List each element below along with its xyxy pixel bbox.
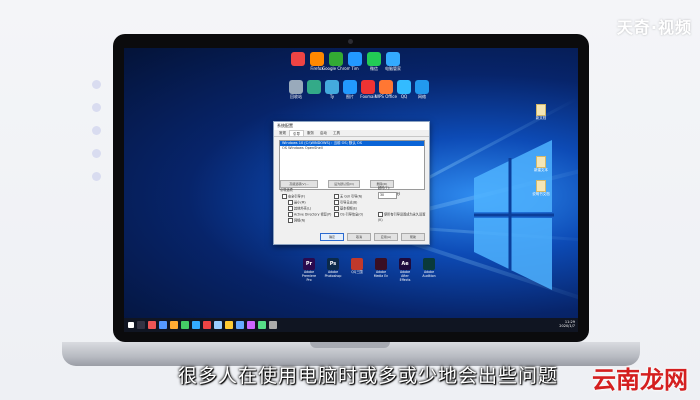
taskbar-app-icon[interactable] [192, 321, 200, 329]
desktop-file[interactable]: 新文档 [529, 104, 553, 120]
alt-shell-radio[interactable]: 其他外壳(L) [288, 206, 311, 212]
taskbar: 11:29 2020/1/7 [124, 318, 578, 332]
tab-general[interactable]: 常规 [276, 130, 289, 136]
dock-app[interactable]: Pr Adobe Premiere Pro [300, 258, 318, 282]
no-gui-checkbox[interactable]: 无 GUI 引导(N) [334, 194, 362, 200]
make-permanent-checkbox[interactable]: 使所有引导设置成为永久设置(K) [378, 212, 426, 223]
app-icon [415, 80, 429, 94]
desktop-file[interactable]: 说明书文档 [529, 180, 553, 196]
dock-app[interactable]: QQ三国 [348, 258, 366, 282]
tab-services[interactable]: 服务 [304, 130, 317, 136]
taskbar-app-icon[interactable] [225, 321, 233, 329]
dock-app[interactable]: Ae Adobe After Effects [396, 258, 414, 282]
desktop-shortcut[interactable]: 电脑管家 [379, 52, 407, 71]
network-radio[interactable]: 网络(N) [288, 218, 305, 224]
laptop-camera [348, 39, 353, 44]
desktop-app-row: Pr Adobe Premiere Pro Ps Adobe Photoshop QQ三… [300, 258, 438, 282]
watermark-bottom-right: 云南龙网 [592, 366, 688, 394]
decor-dots [92, 80, 112, 190]
search-icon[interactable] [137, 321, 145, 329]
taskbar-app-icon[interactable] [181, 321, 189, 329]
app-icon: Pr [303, 258, 315, 270]
document-icon [536, 104, 546, 116]
boot-options-label: 引导选项 [280, 188, 293, 192]
timeout-label: 超时(T): [378, 186, 390, 190]
app-icon [375, 258, 387, 270]
taskbar-app-icon[interactable] [170, 321, 178, 329]
video-subtitle: 很多人在使用电脑时或多或少地会出些问题 [178, 365, 559, 387]
app-icon: Ps [327, 258, 339, 270]
taskbar-app-icon[interactable] [148, 321, 156, 329]
ad-repair-radio[interactable]: Active Directory 修复(P) [288, 212, 331, 218]
tab-tools[interactable]: 工具 [330, 130, 343, 136]
dock-app[interactable]: Adobe Audition [420, 258, 438, 282]
watermark-top-right: 天奇·视频 [616, 18, 692, 37]
timeout-input[interactable]: 30 [378, 192, 397, 199]
taskbar-app-icon[interactable] [159, 321, 167, 329]
dialog-tabs: 常规 引导 服务 启动 工具 [274, 130, 429, 137]
boot-button-row: 高级选项(V)... 设为默认值(D) 删除(D) [280, 180, 394, 188]
app-icon [386, 52, 400, 66]
document-icon [536, 180, 546, 192]
taskbar-app-icon[interactable] [247, 321, 255, 329]
set-default-button[interactable]: 设为默认值(D) [328, 180, 360, 188]
taskbar-app-icon[interactable] [269, 321, 277, 329]
dock-app[interactable]: Adobe Media En [372, 258, 390, 282]
cancel-button[interactable]: 取消 [347, 233, 371, 241]
base-video-checkbox[interactable]: 基本视频(E) [334, 206, 357, 212]
help-button[interactable]: 帮助 [401, 233, 425, 241]
taskbar-app-icon[interactable] [236, 321, 244, 329]
tab-boot[interactable]: 引导 [289, 130, 304, 136]
app-icon [423, 258, 435, 270]
app-icon: Ae [399, 258, 411, 270]
desktop-file[interactable]: 新建文本 [529, 156, 553, 172]
safe-boot-checkbox[interactable]: 安全引导(F) [282, 194, 305, 200]
start-button-icon[interactable] [128, 322, 134, 328]
system-config-dialog: 系统配置 常规 引导 服务 启动 工具 Windows 10 (C:\WINDO… [273, 121, 430, 245]
os-entry[interactable]: OS Windows OpenShell [280, 146, 424, 151]
os-boot-info-checkbox[interactable]: OS 引导信息(O) [334, 212, 363, 218]
taskbar-app-icon[interactable] [203, 321, 211, 329]
desktop-shortcut[interactable]: 网络 [408, 80, 436, 99]
taskbar-app-icon[interactable] [214, 321, 222, 329]
document-icon [536, 156, 546, 168]
tab-startup[interactable]: 启动 [317, 130, 330, 136]
timeout-unit: 秒 [397, 192, 401, 196]
taskbar-app-icon[interactable] [258, 321, 266, 329]
laptop-notch [310, 342, 390, 348]
advanced-options-button[interactable]: 高级选项(V)... [280, 180, 318, 188]
dialog-title: 系统配置 [274, 122, 429, 130]
apply-button[interactable]: 应用(A) [374, 233, 398, 241]
ok-button[interactable]: 确定 [320, 233, 344, 241]
dialog-footer: 确定 取消 应用(A) 帮助 [320, 233, 425, 241]
system-clock[interactable]: 11:29 2020/1/7 [559, 320, 575, 328]
dock-app[interactable]: Ps Adobe Photoshop [324, 258, 342, 282]
app-icon [351, 258, 363, 270]
boot-log-checkbox[interactable]: 引导日志(B) [334, 200, 357, 206]
minimal-radio[interactable]: 最小(M) [288, 200, 306, 206]
